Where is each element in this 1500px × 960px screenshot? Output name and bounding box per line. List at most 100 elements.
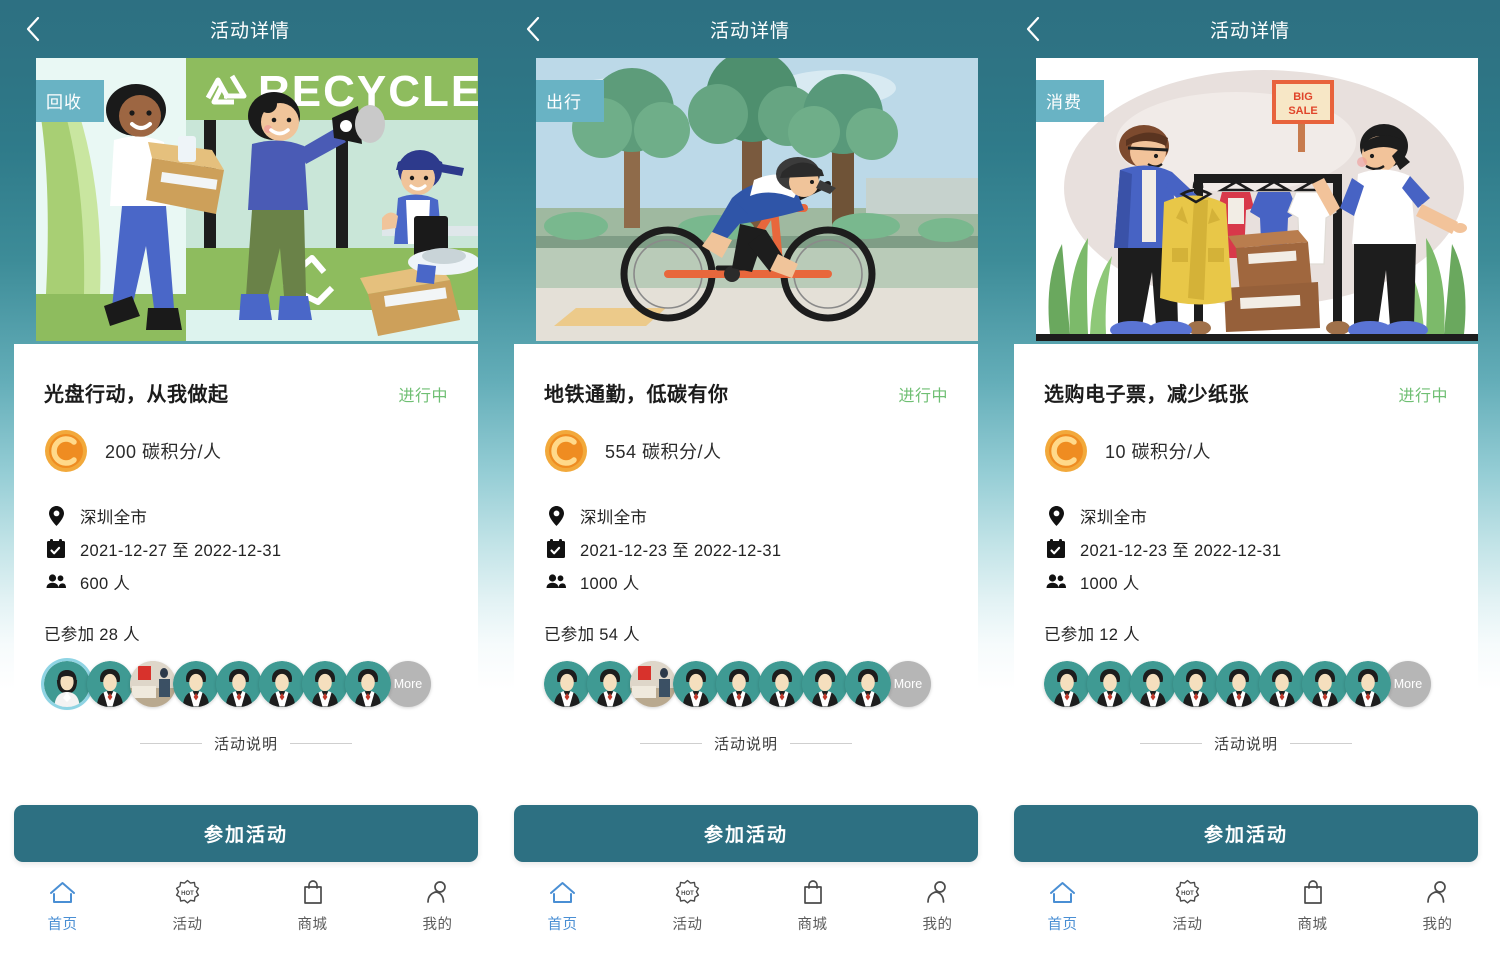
points-value-3: 10 碳积分/人	[1105, 438, 1211, 464]
divider-line-right	[1290, 743, 1352, 744]
avatar[interactable]	[630, 661, 676, 707]
status-badge-3: 进行中	[1398, 382, 1448, 406]
tab-store-1[interactable]: 商城	[250, 878, 375, 934]
panel-2: 活动详情	[500, 0, 1000, 960]
divider-line-right	[790, 743, 852, 744]
activity-card-2: 地铁通勤，低碳有你 进行中 554 碳积分/人 深圳全市	[514, 344, 978, 769]
more-avatars-button-2[interactable]: More	[885, 661, 931, 707]
date-range-2: 2021-12-23 至 2022-12-31	[580, 537, 781, 561]
location-pin-icon	[544, 506, 568, 526]
avatar[interactable]	[1345, 661, 1391, 707]
tab-home-2[interactable]: 首页	[500, 878, 625, 934]
tab-activity-1[interactable]: HOT 活动	[125, 878, 250, 934]
points-row-1: 200 碳积分/人	[44, 429, 448, 473]
avatar[interactable]	[1302, 661, 1348, 707]
tab-profile-2[interactable]: 我的	[875, 878, 1000, 934]
tab-profile-1[interactable]: 我的	[375, 878, 500, 934]
page-title-1: 活动详情	[210, 16, 290, 43]
date-row-3: 2021-12-23 至 2022-12-31	[1044, 532, 1448, 565]
avatar[interactable]	[130, 661, 176, 707]
location-pin-icon	[1044, 506, 1068, 526]
join-activity-button-1[interactable]: 参加活动	[14, 805, 478, 862]
more-avatars-button-1[interactable]: More	[385, 661, 431, 707]
user-profile-icon	[1425, 878, 1451, 906]
avatar[interactable]	[673, 661, 719, 707]
activity-title-2: 地铁通勤，低碳有你	[544, 378, 729, 407]
avatar[interactable]	[1044, 661, 1090, 707]
tab-activity-2[interactable]: HOT 活动	[625, 878, 750, 934]
header-bar-2: 活动详情	[500, 0, 1000, 58]
avatar[interactable]	[216, 661, 262, 707]
avatar[interactable]	[302, 661, 348, 707]
page-title-2: 活动详情	[710, 16, 790, 43]
tab-label: 我的	[1423, 913, 1453, 934]
avatar[interactable]	[845, 661, 891, 707]
avatar[interactable]	[759, 661, 805, 707]
participant-avatars-2[interactable]: More	[544, 661, 948, 707]
home-icon	[49, 878, 76, 906]
tab-store-2[interactable]: 商城	[750, 878, 875, 934]
avatar[interactable]	[1130, 661, 1176, 707]
tab-profile-3[interactable]: 我的	[1375, 878, 1500, 934]
category-badge-2: 出行	[536, 80, 604, 122]
joined-count-1: 已参加 28 人	[44, 621, 448, 645]
avatar[interactable]	[802, 661, 848, 707]
avatar[interactable]	[173, 661, 219, 707]
hero-image-2: 出行	[536, 58, 978, 341]
tab-label: 商城	[798, 913, 828, 934]
bottom-tab-bar-1: 首页 HOT 活动 商城 我的	[0, 868, 500, 960]
svg-text:BIG: BIG	[1293, 91, 1313, 103]
status-badge-2: 进行中	[898, 382, 948, 406]
back-button-2[interactable]	[516, 12, 550, 46]
meta-list-1: 深圳全市 2021-12-27 至 2022-12-31 600 人	[44, 499, 448, 598]
hero-image-1: RECYCLE	[36, 58, 478, 341]
card-header-2: 地铁通勤，低碳有你 进行中	[544, 378, 948, 407]
shopping-bag-icon	[802, 878, 824, 906]
tab-home-1[interactable]: 首页	[0, 878, 125, 934]
three-panel-screenshot: 活动详情 RECYCLE	[0, 0, 1500, 960]
avatar[interactable]	[544, 661, 590, 707]
location-value-2: 深圳全市	[580, 504, 647, 528]
avatar[interactable]	[1173, 661, 1219, 707]
tab-label: 首页	[48, 913, 78, 934]
tab-label: 我的	[423, 913, 453, 934]
avatar[interactable]	[1087, 661, 1133, 707]
avatar[interactable]	[587, 661, 633, 707]
shopping-bag-icon	[1302, 878, 1324, 906]
card-header-1: 光盘行动，从我做起 进行中	[44, 378, 448, 407]
joined-count-3: 已参加 12 人	[1044, 621, 1448, 645]
user-profile-icon	[925, 878, 951, 906]
divider-line-right	[290, 743, 352, 744]
tab-home-3[interactable]: 首页	[1000, 878, 1125, 934]
carbon-coin-icon	[44, 429, 88, 473]
panel-1: 活动详情 RECYCLE	[0, 0, 500, 960]
home-icon	[1049, 878, 1076, 906]
capacity-row-2: 1000 人	[544, 565, 948, 598]
more-avatars-button-3[interactable]: More	[1385, 661, 1431, 707]
location-row-1: 深圳全市	[44, 499, 448, 532]
avatar[interactable]	[1216, 661, 1262, 707]
avatar[interactable]	[1259, 661, 1305, 707]
avatar[interactable]	[87, 661, 133, 707]
join-activity-button-2[interactable]: 参加活动	[514, 805, 978, 862]
location-row-2: 深圳全市	[544, 499, 948, 532]
back-button-1[interactable]	[16, 12, 50, 46]
back-button-3[interactable]	[1016, 12, 1050, 46]
tab-label: 首页	[1048, 913, 1078, 934]
activity-title-3: 选购电子票，减少纸张	[1044, 378, 1249, 407]
calendar-check-icon	[44, 539, 68, 558]
tab-activity-3[interactable]: HOT 活动	[1125, 878, 1250, 934]
avatar[interactable]	[716, 661, 762, 707]
tab-store-3[interactable]: 商城	[1250, 878, 1375, 934]
participant-avatars-1[interactable]: More	[44, 661, 448, 707]
avatar[interactable]	[345, 661, 391, 707]
join-activity-button-3[interactable]: 参加活动	[1014, 805, 1478, 862]
avatar[interactable]	[259, 661, 305, 707]
status-badge-1: 进行中	[398, 382, 448, 406]
hot-burst-icon: HOT	[1174, 878, 1201, 906]
section-title-2: 活动说明	[714, 733, 778, 754]
avatar[interactable]	[44, 661, 90, 707]
participant-avatars-3[interactable]: More	[1044, 661, 1448, 707]
activity-card-1: 光盘行动，从我做起 进行中 200 碳积分/人 深圳全市	[14, 344, 478, 769]
points-value-1: 200 碳积分/人	[105, 438, 222, 464]
